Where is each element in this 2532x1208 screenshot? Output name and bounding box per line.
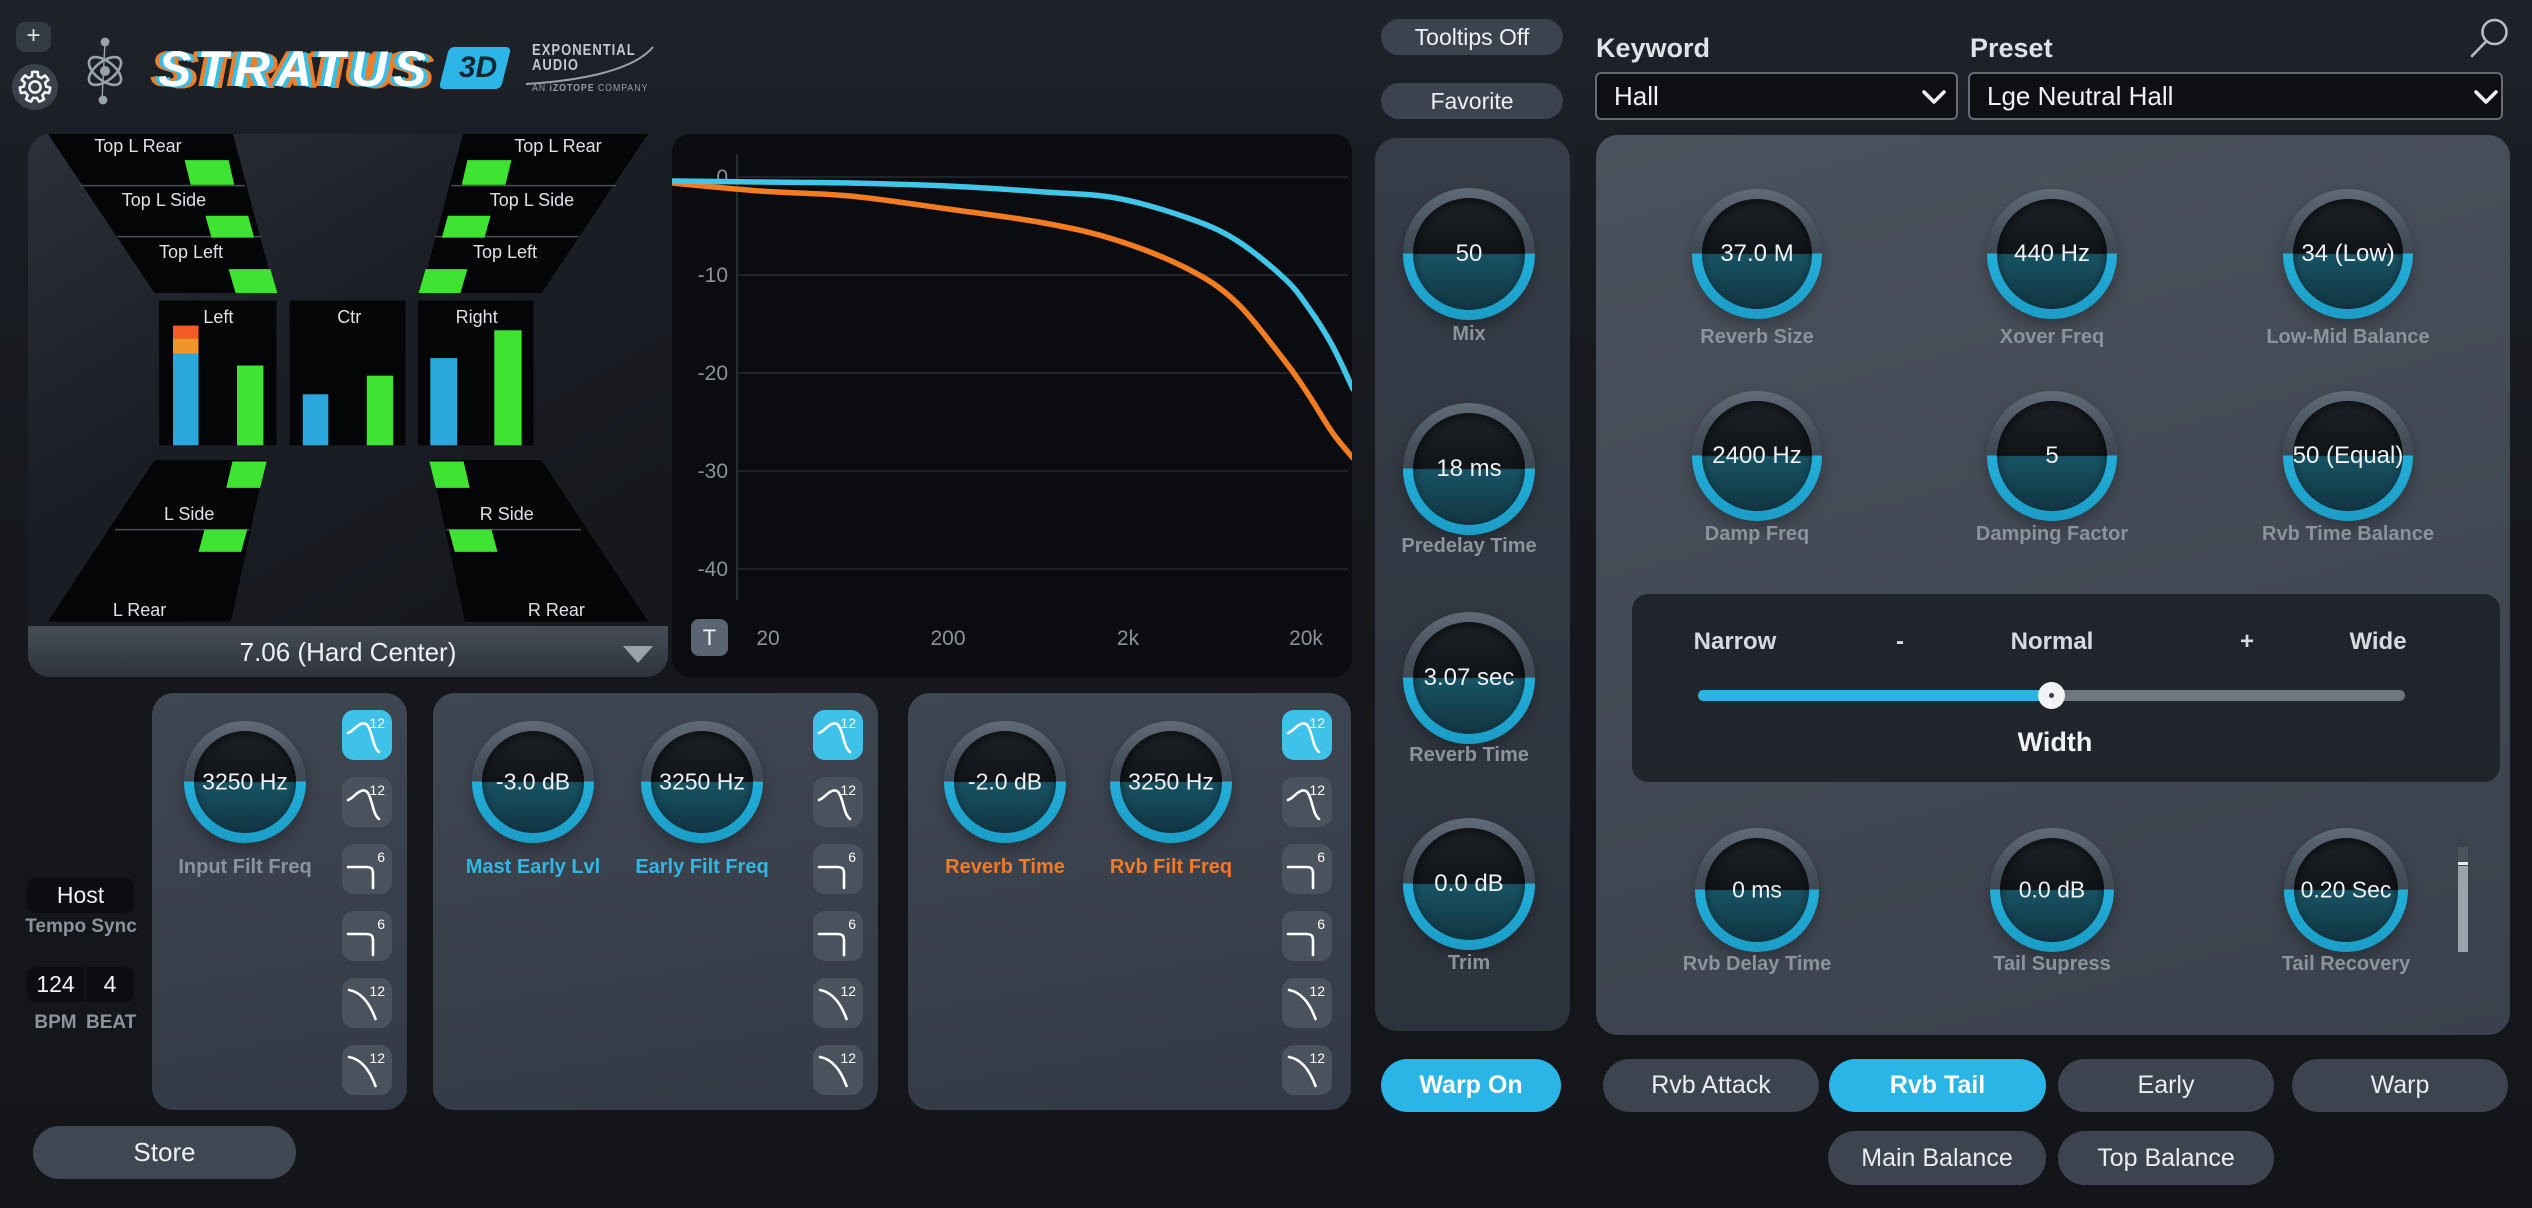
svg-text:12: 12 (1309, 983, 1325, 999)
svg-text:2k: 2k (1117, 627, 1140, 650)
svg-text:12: 12 (369, 983, 385, 999)
svg-text:Top Left: Top Left (159, 242, 223, 262)
svg-text:Right: Right (456, 307, 498, 327)
svg-text:R Side: R Side (480, 504, 534, 524)
svg-text:12: 12 (1309, 1050, 1325, 1066)
svg-text:-10: -10 (698, 264, 728, 287)
svg-text:6: 6 (848, 916, 856, 932)
svg-text:12: 12 (840, 715, 856, 731)
svg-text:12: 12 (840, 1050, 856, 1066)
svg-text:20k: 20k (1289, 627, 1323, 650)
svg-text:12: 12 (369, 782, 385, 798)
svg-text:Top L Side: Top L Side (122, 190, 206, 210)
svg-text:L Rear: L Rear (113, 600, 166, 620)
svg-text:L Side: L Side (164, 504, 214, 524)
svg-text:12: 12 (1309, 715, 1325, 731)
svg-text:12: 12 (840, 983, 856, 999)
svg-text:12: 12 (1309, 782, 1325, 798)
svg-text:Left: Left (203, 307, 233, 327)
svg-text:12: 12 (369, 715, 385, 731)
svg-text:R Rear: R Rear (528, 600, 585, 620)
svg-text:Ctr: Ctr (337, 307, 361, 327)
svg-text:7.06 (Hard Center): 7.06 (Hard Center) (240, 637, 457, 667)
svg-text:-30: -30 (698, 460, 728, 483)
svg-text:Top Left: Top Left (473, 242, 537, 262)
svg-text:Top L Rear: Top L Rear (94, 136, 181, 156)
svg-text:-20: -20 (698, 362, 728, 385)
svg-text:Top L Side: Top L Side (490, 190, 574, 210)
svg-text:Top L Rear: Top L Rear (514, 136, 601, 156)
svg-text:12: 12 (369, 1050, 385, 1066)
svg-text:20: 20 (756, 627, 779, 650)
svg-text:12: 12 (840, 782, 856, 798)
svg-text:200: 200 (930, 627, 965, 650)
svg-text:6: 6 (377, 916, 385, 932)
svg-text:T: T (703, 625, 716, 650)
svg-text:6: 6 (1317, 916, 1325, 932)
svg-text:-40: -40 (698, 558, 728, 581)
svg-text:6: 6 (1317, 849, 1325, 865)
